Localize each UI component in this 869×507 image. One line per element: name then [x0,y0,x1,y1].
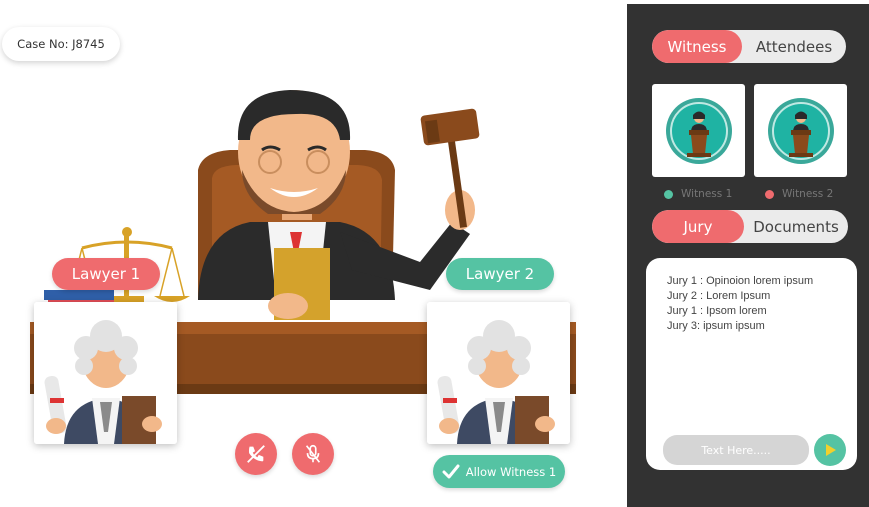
allow-witness-button[interactable]: Allow Witness 1 [433,455,565,488]
witness-1-card[interactable] [652,84,745,177]
tab-attendees[interactable]: Attendees [742,30,846,63]
witness-1-avatar [665,97,732,164]
lawyer-1-label: Lawyer 1 [52,258,160,290]
witness-attendees-toggle: Witness Attendees [652,30,846,63]
chat-input[interactable] [663,435,809,465]
end-call-button[interactable] [235,433,277,475]
witness-2-card[interactable] [754,84,847,177]
lawyer-1-avatar [34,302,177,444]
lawyer-2-video-card[interactable] [427,302,570,444]
tab-attendees-label: Attendees [755,37,833,56]
chat-message: Jury 1 : Opinoion lorem ipsum [667,275,814,287]
witness-2-avatar [767,97,834,164]
lawyer-2-label-text: Lawyer 2 [465,265,535,283]
witness-2-label: Witness 2 [765,188,833,200]
case-number-badge: Case No: J8745 [2,27,120,61]
tab-jury[interactable]: Jury [652,210,744,243]
lawyer-1-label-text: Lawyer 1 [71,265,141,283]
tab-jury-label: Jury [683,217,713,236]
witness-1-label: Witness 1 [664,188,732,200]
check-icon [442,464,460,478]
witness-2-status-dot [765,189,774,199]
send-button[interactable] [814,434,846,466]
chat-message: Jury 3: ipsum ipsum [667,320,765,332]
phone-off-icon [247,445,265,463]
mic-off-icon [305,444,321,463]
witness-1-label-text: Witness 1 [681,188,733,200]
tab-documents[interactable]: Documents [744,210,848,243]
lawyer-2-avatar [427,302,570,444]
allow-witness-label: Allow Witness 1 [465,464,557,479]
tab-documents-label: Documents [753,217,839,236]
witness-2-label-text: Witness 2 [782,188,834,200]
tab-witness-label: Witness [667,37,727,56]
case-number-text: Case No: J8745 [17,37,105,51]
lawyer-1-video-card[interactable] [34,302,177,444]
tab-witness[interactable]: Witness [652,30,742,63]
send-icon [826,444,836,456]
mute-button[interactable] [292,433,334,475]
chat-message: Jury 1 : Ipsom lorem [667,305,767,317]
lawyer-2-label: Lawyer 2 [446,258,554,290]
jury-documents-toggle: Jury Documents [652,210,848,243]
jury-chat-box: Jury 1 : Opinoion lorem ipsum Jury 2 : L… [646,258,857,470]
witness-1-status-dot [664,189,673,199]
chat-messages: Jury 1 : Opinoion lorem ipsum Jury 2 : L… [667,274,813,334]
chat-message: Jury 2 : Lorem Ipsum [667,290,771,302]
